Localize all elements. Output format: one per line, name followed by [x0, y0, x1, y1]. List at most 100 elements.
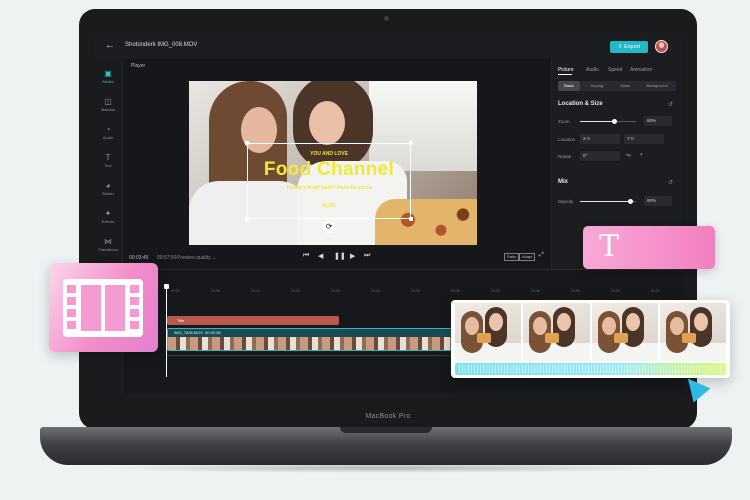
webcam [384, 16, 389, 21]
sidebar-item-label: Transitions [98, 247, 118, 252]
text-card: T [583, 226, 715, 269]
sidebar-item-label: Effects [101, 219, 115, 224]
laptop-shadow [95, 463, 675, 473]
adapt-button[interactable]: Adapt [519, 253, 536, 261]
rotate-label: Rotate [558, 154, 572, 159]
skip-back-icon[interactable]: ⏮ [303, 252, 309, 260]
ruler-tick: 00:50 [571, 289, 580, 293]
sidebar-item-media[interactable]: ▣ Media [93, 69, 123, 84]
location-x-field[interactable]: X 0 [580, 134, 620, 144]
frame-back-icon[interactable]: ◀ [318, 252, 323, 260]
tab-picture[interactable]: Picture [558, 67, 574, 73]
subtab-bar: Basic Keying Mask Background [558, 81, 676, 91]
video-clip[interactable]: IMG_7836.MOV 00:00:56 [167, 328, 457, 351]
zoom-slider-knob[interactable] [612, 119, 617, 124]
pause-icon[interactable]: ❚❚ [334, 252, 346, 260]
ruler-tick: 00:10 [251, 289, 260, 293]
video-clip-name: IMG_7836.MOV [174, 330, 203, 335]
resize-handle[interactable] [409, 141, 413, 145]
sidebar-item-material[interactable]: ◫ Material [93, 97, 123, 112]
ruler-tick: 00:55 [611, 289, 620, 293]
title-clip[interactable]: Title [167, 316, 339, 325]
video-clip-label: IMG_7836.MOV 00:00:56 [174, 330, 221, 335]
file-title: Shotonderk IMG_008.MOV [125, 42, 198, 48]
sidebar-item-text[interactable]: T Text [93, 153, 123, 168]
total-time: 00:57:50 [157, 255, 177, 261]
back-arrow-icon[interactable]: ← [105, 40, 115, 51]
player-label: Player [131, 63, 146, 69]
rotate-value-field[interactable]: 0° [580, 151, 620, 161]
sidebar-item-transitions[interactable]: ⋈ Transitions [93, 237, 123, 252]
ratio-button[interactable]: Ratio [504, 253, 520, 261]
opacity-label: Opacity [558, 199, 574, 204]
zoom-value-field[interactable]: 60% [644, 116, 672, 126]
ruler-tick: 00:15 [291, 289, 300, 293]
zoom-label: Zoom [558, 119, 570, 124]
avatar[interactable] [655, 40, 668, 53]
resize-handle[interactable] [245, 217, 249, 221]
playhead-handle[interactable] [164, 284, 169, 289]
resize-handle[interactable] [409, 217, 413, 221]
top-bar: ← Shotonderk IMG_008.MOV ⇪ Export [93, 33, 683, 59]
overlay-subtitle: Today's food fanfi / favorite pizza [285, 185, 373, 191]
reset-icon[interactable]: ↺ [668, 101, 673, 108]
sidebar-item-label: Text [104, 163, 112, 168]
ruler-tick: 00:25 [371, 289, 380, 293]
transitions-icon: ⋈ [104, 237, 112, 246]
resize-handle[interactable] [245, 141, 249, 145]
sidebar-item-label: Audio [102, 135, 114, 140]
sidebar-item-sticker[interactable]: ◕ Sticker [93, 181, 123, 196]
text-t-icon: T [599, 229, 620, 264]
rotate-dial-icon[interactable]: ◐ [640, 152, 644, 158]
audio-track [167, 355, 457, 356]
media-icon: ▣ [104, 69, 112, 78]
thumbnail-frame [591, 303, 658, 361]
overlay-title: Food Channel [263, 159, 395, 180]
opacity-slider-knob[interactable] [628, 199, 633, 204]
opacity-value-field[interactable]: 90% [644, 196, 672, 206]
sticker-icon: ◕ [105, 181, 111, 190]
ruler-tick: 00:40 [491, 289, 500, 293]
film-card [49, 263, 158, 352]
sidebar-item-label: Media [102, 79, 114, 84]
subtab-background[interactable]: Background [638, 81, 676, 91]
ruler-tick: 00:05 [211, 289, 220, 293]
rotate-icon[interactable]: ⟳ [323, 221, 335, 233]
location-y-field[interactable]: Y 0 [624, 134, 664, 144]
frame-forward-icon[interactable]: ▶ [350, 252, 355, 260]
video-preview[interactable]: YOU AND LOVE Food Channel Today's food f… [189, 81, 477, 245]
tab-animation[interactable]: Animation [630, 67, 652, 73]
export-button[interactable]: ⇪ Export [610, 41, 648, 53]
material-icon: ◫ [104, 97, 112, 106]
laptop-base [40, 427, 732, 465]
video-clip-thumbnails [168, 337, 456, 350]
sidebar-item-audio[interactable]: ◔ Audio [93, 125, 123, 140]
sidebar-item-label: Material [100, 107, 116, 112]
thumbnail-frame [455, 303, 522, 361]
laptop-brand: MacBook Pro [365, 413, 411, 420]
subtab-mask[interactable]: Mask [613, 81, 637, 91]
thumbnail-card [451, 300, 730, 378]
export-label: Export [624, 44, 641, 50]
person-right-face [309, 101, 345, 145]
ruler-tick: 00:30 [411, 289, 420, 293]
sidebar-item-effects[interactable]: ✦ Effects [93, 209, 123, 224]
sidebar-item-label: Sticker [101, 191, 115, 196]
tab-speed[interactable]: Speed [608, 67, 622, 73]
mix-reset-icon[interactable]: ↺ [668, 179, 673, 186]
active-tab-indicator [558, 74, 572, 75]
ruler-tick: 00:00 [171, 289, 180, 293]
subtab-basic[interactable]: Basic [558, 81, 580, 91]
mix-title: Mix [558, 179, 569, 185]
flip-icon[interactable]: ⇋ [626, 152, 631, 159]
subtab-keying[interactable]: Keying [583, 81, 611, 91]
skip-forward-icon[interactable]: ⏭ [364, 252, 370, 260]
effects-icon: ✦ [104, 209, 112, 218]
preview-quality-select[interactable]: Preview quality ⌄ [177, 255, 216, 261]
ruler-tick: 00:20 [331, 289, 340, 293]
overlay-vlog: VLOG [321, 203, 337, 209]
fullscreen-icon[interactable]: ⤢ [539, 252, 544, 259]
text-icon: T [105, 153, 111, 162]
thumbnail-strip [455, 303, 726, 361]
tab-audio[interactable]: Audio [586, 67, 599, 73]
